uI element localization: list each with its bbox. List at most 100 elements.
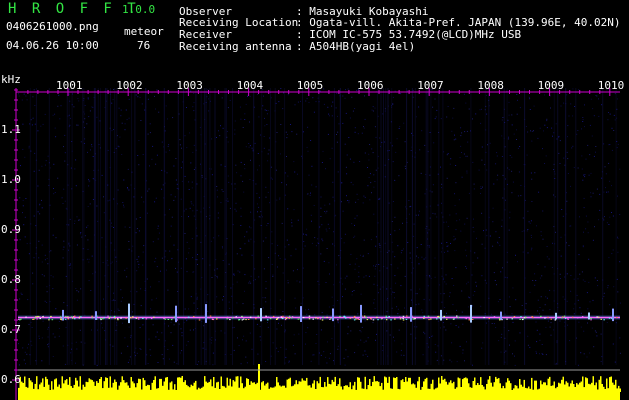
noise-bar — [612, 382, 614, 392]
noise-bar — [493, 382, 495, 392]
noise-bar — [271, 387, 273, 392]
noise-speck — [450, 323, 452, 325]
noise-speck — [127, 168, 129, 170]
noise-bar — [501, 388, 503, 392]
noise-bar — [147, 384, 149, 392]
noise-speck — [50, 275, 52, 277]
noise-speck — [107, 149, 109, 151]
noise-speck — [101, 237, 103, 239]
noise-speck — [449, 292, 451, 294]
noise-bar — [346, 385, 348, 392]
noise-speck — [152, 241, 154, 243]
noise-speck — [337, 321, 339, 323]
noise-speck — [270, 97, 272, 99]
noise-bar — [280, 386, 282, 392]
noise-speck — [262, 307, 264, 309]
noise-speck — [346, 195, 347, 197]
noise-speck — [271, 243, 273, 245]
noise-speck — [302, 131, 304, 133]
noise-speck — [135, 94, 137, 96]
noise-speck — [245, 103, 247, 105]
noise-speck — [193, 329, 194, 331]
noise-speck — [415, 214, 417, 216]
noise-speck — [198, 361, 200, 363]
noise-speck — [603, 292, 605, 294]
noise-speck — [502, 197, 504, 199]
noise-speck — [202, 258, 204, 260]
noise-speck — [180, 328, 182, 330]
noise-bar — [249, 384, 251, 392]
noise-speck — [227, 198, 229, 200]
noise-speck — [264, 297, 266, 299]
noise-speck — [409, 257, 411, 259]
noise-speck — [31, 327, 33, 328]
noise-speck — [47, 155, 49, 157]
noise-speck — [341, 201, 342, 203]
noise-speck — [241, 254, 243, 256]
noise-speck — [599, 193, 601, 195]
noise-bar — [540, 380, 542, 392]
noise-speck — [245, 146, 247, 148]
noise-bar — [304, 380, 306, 392]
noise-speck — [41, 207, 43, 209]
noise-bar — [187, 386, 189, 392]
noise-speck — [327, 106, 329, 108]
noise-speck — [466, 341, 467, 343]
noise-speck — [579, 307, 581, 309]
noise-speck — [394, 256, 396, 258]
noise-speck — [52, 276, 54, 278]
noise-speck — [91, 146, 93, 148]
noise-speck — [175, 267, 176, 269]
noise-speck — [461, 176, 463, 178]
noise-bar — [375, 381, 377, 392]
noise-speck — [315, 101, 317, 103]
noise-speck — [525, 126, 527, 127]
noise-bar — [87, 382, 89, 392]
noise-speck — [138, 164, 140, 166]
noise-speck — [592, 299, 594, 301]
noise-bar — [453, 381, 455, 392]
noise-bar — [399, 389, 401, 392]
noise-bar — [492, 386, 494, 392]
noise-speck — [495, 327, 497, 328]
noise-speck — [471, 364, 473, 366]
noise-speck — [493, 272, 495, 274]
noise-speck — [554, 196, 556, 198]
noise-speck — [399, 228, 400, 230]
noise-bar — [478, 384, 480, 392]
noise-speck — [373, 302, 375, 304]
noise-speck — [118, 107, 120, 109]
noise-speck — [559, 140, 561, 142]
noise-speck — [267, 110, 269, 111]
noise-speck — [467, 281, 469, 283]
noise-speck — [386, 267, 388, 269]
noise-speck — [236, 281, 238, 283]
carrier-speck — [381, 318, 383, 320]
noise-speck — [509, 217, 511, 219]
noise-bar — [312, 383, 314, 392]
noise-speck — [460, 127, 462, 129]
noise-speck — [59, 118, 61, 120]
noise-speck — [606, 191, 608, 193]
noise-speck — [161, 141, 163, 143]
noise-speck — [155, 163, 157, 165]
noise-bar — [462, 379, 464, 392]
noise-speck — [373, 213, 375, 215]
noise-bar — [334, 376, 336, 392]
noise-speck — [365, 340, 367, 342]
noise-speck — [143, 245, 145, 247]
noise-speck — [373, 265, 374, 267]
time-stripe — [83, 88, 85, 365]
noise-bar — [39, 384, 41, 392]
noise-speck — [282, 272, 284, 274]
noise-speck — [496, 179, 498, 181]
noise-speck — [88, 116, 90, 118]
noise-speck — [398, 329, 400, 331]
noise-speck — [539, 277, 541, 279]
noise-speck — [517, 195, 519, 197]
noise-bar — [532, 389, 534, 392]
noise-speck — [454, 250, 456, 252]
noise-bar — [454, 388, 456, 392]
noise-speck — [582, 246, 584, 248]
noise-speck — [613, 114, 615, 116]
